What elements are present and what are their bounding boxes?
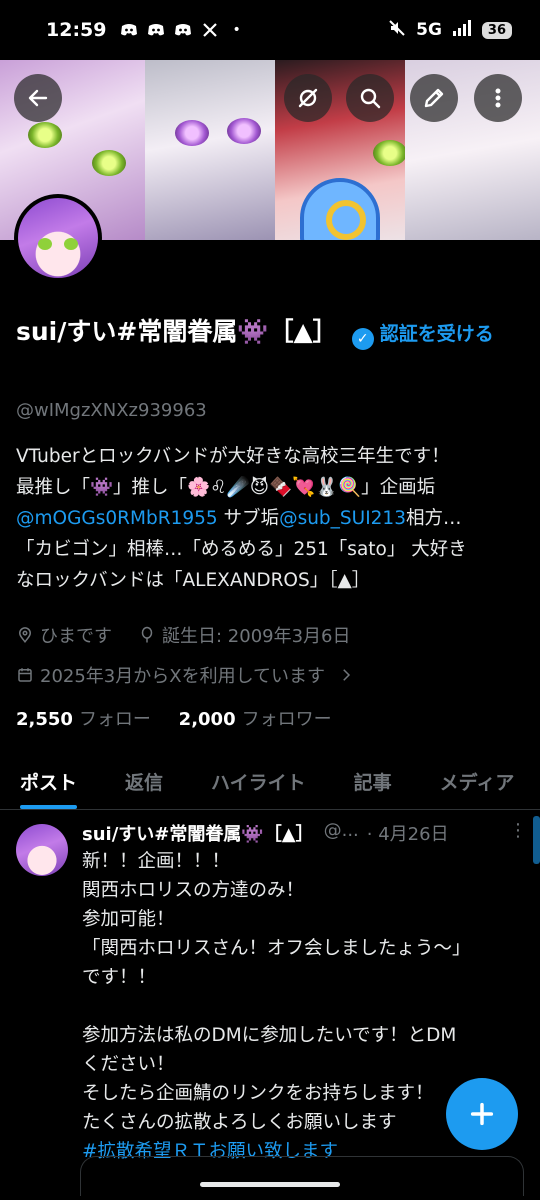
- search-button[interactable]: [346, 74, 394, 122]
- profile-avatar[interactable]: [14, 194, 102, 282]
- more-notifications-dot-icon: •: [232, 22, 241, 38]
- post-author-name[interactable]: sui/すい#常闇眷属👾［▲］: [82, 820, 314, 846]
- more-options-button[interactable]: [474, 74, 522, 122]
- banner-eye: [373, 140, 407, 166]
- display-name: sui/すい#常闇眷属👾［▲］: [16, 317, 338, 346]
- home-indicator[interactable]: [200, 1182, 340, 1187]
- profile-meta-row: ひまです 誕生日: 2009年3月6日: [16, 622, 351, 648]
- bio-line: 最推し「👾」推し「🌸♌☄️😈🍫💘🐰🍭」企画垢: [16, 477, 436, 498]
- balloon-icon: [141, 626, 153, 643]
- grok-icon: [298, 88, 318, 108]
- bio-text: 相方…: [405, 508, 462, 529]
- following-link[interactable]: 2,550 フォロー: [16, 709, 151, 730]
- back-arrow-icon: [28, 89, 48, 107]
- profile-handle: @wIMgzXNXz939963: [16, 400, 207, 421]
- more-vertical-icon: [495, 88, 501, 108]
- get-verified-link[interactable]: 認証を受ける: [380, 323, 494, 345]
- tab-media[interactable]: メディア: [440, 752, 515, 809]
- bio-mention-link[interactable]: @sub_SUI213: [279, 508, 406, 529]
- discord-icon: [147, 22, 165, 38]
- banner-eye: [227, 118, 261, 144]
- bio-mention-link[interactable]: @mOGGs0RMbR1955: [16, 508, 218, 529]
- calendar-icon: [18, 668, 32, 682]
- profile-location: ひまです: [40, 626, 112, 647]
- search-icon: [360, 88, 381, 109]
- chevron-right-icon: [343, 669, 351, 681]
- avatar-image: [18, 198, 98, 278]
- plus-icon: [470, 1102, 494, 1126]
- profile-name-row: sui/すい#常闇眷属👾［▲］ ✓ 認証を受ける: [16, 314, 526, 352]
- post-media-preview[interactable]: [80, 1156, 524, 1196]
- compose-post-button[interactable]: [446, 1078, 518, 1150]
- bio-line: なロックバンドは「ALEXANDROS」［▲］: [16, 570, 371, 591]
- scroll-indicator: [533, 816, 540, 864]
- tab-posts[interactable]: ポスト: [20, 752, 78, 809]
- location-pin-icon: [18, 627, 32, 643]
- bio-line: 「カビゴン」相棒…「めるめる」251「sato」 大好き: [16, 539, 467, 560]
- followers-label: フォロワー: [241, 709, 332, 730]
- tab-highlights[interactable]: ハイライト: [211, 752, 306, 809]
- x-icon: [201, 22, 219, 38]
- tab-articles[interactable]: 記事: [354, 752, 392, 809]
- profile-joined-date: 2025年3月からXを利用しています: [40, 666, 326, 687]
- post-header: sui/すい#常闇眷属👾［▲］ @... · 4月26日 ⋮: [82, 820, 527, 846]
- following-count: 2,550: [16, 709, 73, 730]
- following-label: フォロー: [78, 709, 151, 730]
- bio-text: サブ垢: [217, 508, 280, 529]
- post-date: · 4月26日: [366, 824, 449, 845]
- signal-icon: [452, 20, 472, 40]
- post-author-handle: @...: [323, 820, 359, 841]
- grok-button[interactable]: [284, 74, 332, 122]
- back-button[interactable]: [14, 74, 62, 122]
- discord-icon: [174, 22, 192, 38]
- pencil-icon: [424, 88, 444, 108]
- status-time: 12:59: [46, 19, 107, 41]
- mute-icon: [388, 19, 406, 41]
- profile-joined-row[interactable]: 2025年3月からXを利用しています: [16, 662, 355, 688]
- profile-birthday: 誕生日: 2009年3月6日: [162, 626, 351, 647]
- network-type: 5G: [416, 20, 442, 40]
- profile-tabs: ポスト 返信 ハイライト 記事 メディア: [0, 752, 540, 810]
- verified-badge-icon: ✓: [351, 328, 374, 350]
- avatar-eye: [38, 238, 52, 250]
- banner-eye: [175, 120, 209, 146]
- tab-replies[interactable]: 返信: [125, 752, 163, 809]
- edit-profile-button[interactable]: [410, 74, 458, 122]
- post-text: 新！！企画！！！ 関西ホロリスの方達のみ！ 参加可能！ 「関西ホロリスさん！オフ…: [82, 851, 471, 1133]
- followers-count: 2,000: [178, 709, 236, 730]
- followers-link[interactable]: 2,000 フォロワー: [179, 709, 332, 730]
- bio-line: VTuberとロックバンドが大好きな高校三年生です！: [16, 446, 450, 467]
- post-more-icon[interactable]: ⋮: [509, 820, 527, 846]
- banner-eye: [92, 150, 126, 176]
- battery-indicator: 36: [481, 21, 512, 39]
- bio-line: @mOGGs0RMbR1955 サブ垢@sub_SUI213相方…: [16, 503, 526, 534]
- discord-icon: [120, 22, 138, 38]
- profile-bio: VTuberとロックバンドが大好きな高校三年生です！ 最推し「👾」推し「🌸♌☄️…: [16, 441, 526, 596]
- banner-art-panel: [145, 60, 275, 240]
- banner-eye: [28, 122, 62, 148]
- avatar-eye: [64, 238, 78, 250]
- post-author-avatar[interactable]: [16, 824, 68, 876]
- follow-stats: 2,550 フォロー 2,000 フォロワー: [16, 705, 332, 731]
- status-bar: 12:59 • 5G 36: [0, 0, 540, 60]
